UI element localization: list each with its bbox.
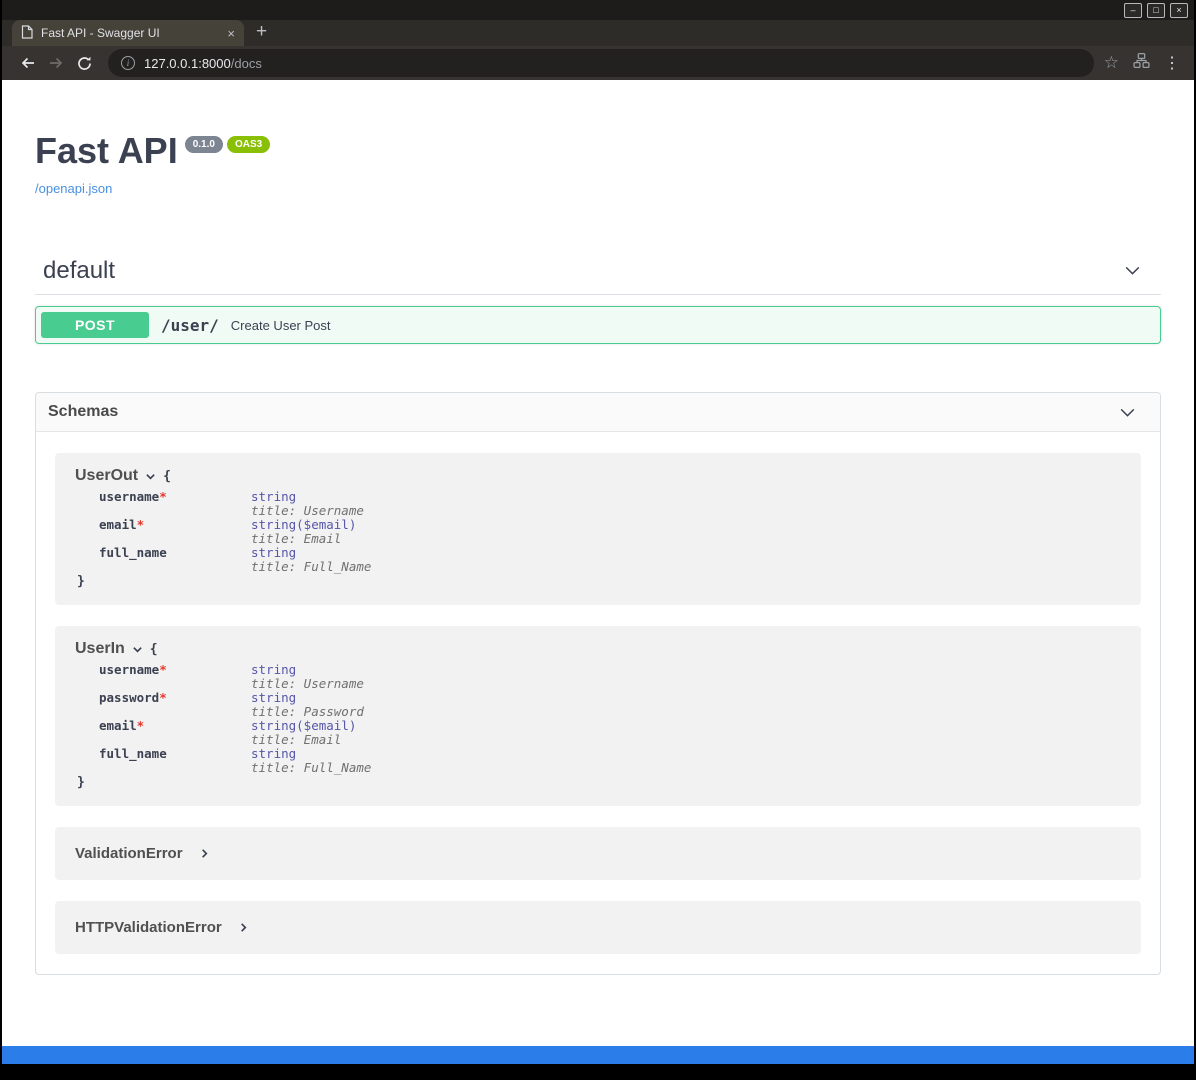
prop-definition: string title: Username [251,490,1121,518]
close-brace: } [77,574,1121,589]
back-button[interactable] [14,49,42,77]
prop-name: email* [99,719,251,747]
schemas-header[interactable]: Schemas [36,393,1160,432]
taskbar-blue-strip [2,1046,1194,1064]
version-badge: 0.1.0 [185,136,223,153]
required-star: * [159,489,167,504]
endpoint-path: /user/ [161,316,219,335]
model-userout: UserOut { username* string title: Userna… [55,453,1141,605]
chevron-down-icon[interactable] [145,471,156,482]
window-maximize-button[interactable]: □ [1147,3,1165,18]
tab-strip: Fast API - Swagger UI × + [2,20,1194,46]
prop-name: username* [99,490,251,518]
prop-type: string [251,746,296,761]
schemas-title: Schemas [48,403,118,421]
window-titlebar: – □ × [2,0,1194,20]
browser-toolbar: i 127.0.0.1:8000/docs ☆ ⋮ [2,46,1194,80]
forward-button[interactable] [42,49,70,77]
openapi-link[interactable]: /openapi.json [35,181,112,196]
prop-definition: string title: Password [251,691,1121,719]
model-userin-toggle[interactable]: UserIn { [75,640,1121,658]
prop-title: title: Full_Name [251,761,1121,775]
prop-type: string [251,662,296,677]
prop-type: string [251,545,296,560]
close-brace: } [77,775,1121,790]
model-title: UserOut [75,467,138,485]
method-badge: POST [41,312,149,338]
model-httpvalidationerror[interactable]: HTTPValidationError [55,901,1141,954]
info-icon[interactable]: i [121,56,135,70]
chevron-down-icon[interactable] [1117,402,1138,423]
prop-title: title: Username [251,504,1121,518]
chevron-right-icon[interactable] [199,848,210,859]
prop-definition: string($email) title: Email [251,719,1121,747]
toolbar-right-icons: ☆ ⋮ [1104,52,1182,74]
url-path: /docs [231,56,262,71]
reload-button[interactable] [70,49,98,77]
tab-close-icon[interactable]: × [227,27,235,40]
url-text: 127.0.0.1:8000/docs [144,56,262,71]
page-favicon-icon [21,25,33,42]
swagger-page: Fast API 0.1.0 OAS3 /openapi.json defaul… [2,80,1194,1046]
tag-section-default[interactable]: default [35,247,1161,295]
sitemap-icon[interactable] [1133,52,1150,74]
model-userout-toggle[interactable]: UserOut { [75,467,1121,485]
prop-format: ($email) [296,517,356,532]
chevron-down-icon[interactable] [132,644,143,655]
schemas-body: UserOut { username* string title: Userna… [36,432,1160,974]
prop-definition: string title: Username [251,663,1121,691]
prop-definition: string title: Full_Name [251,747,1121,775]
prop-title: title: Email [251,733,1121,747]
prop-title: title: Full_Name [251,560,1121,574]
prop-title: title: Username [251,677,1121,691]
prop-name: username* [99,663,251,691]
prop-type: string [251,517,296,532]
window-minimize-button[interactable]: – [1124,3,1142,18]
window-close-button[interactable]: × [1170,3,1188,18]
taskbar-black-strip [2,1064,1194,1080]
prop-title: title: Password [251,705,1121,719]
browser-tab[interactable]: Fast API - Swagger UI × [12,20,244,46]
prop-format: ($email) [296,718,356,733]
endpoint-summary: Create User Post [231,318,331,333]
model-properties: username* string title: Username email* … [99,490,1121,574]
open-brace: { [163,469,171,484]
required-star: * [137,718,145,733]
model-userin: UserIn { username* string title: Usernam… [55,626,1141,806]
model-title: UserIn [75,640,125,658]
chevron-right-icon[interactable] [238,922,249,933]
overflow-menu-icon[interactable]: ⋮ [1164,53,1180,73]
bookmark-star-icon[interactable]: ☆ [1104,53,1119,73]
tab-title: Fast API - Swagger UI [41,26,219,40]
schemas-section: Schemas UserOut { [35,392,1161,975]
prop-name: password* [99,691,251,719]
prop-name: full_name [99,546,251,574]
prop-title: title: Email [251,532,1121,546]
model-properties: username* string title: Username passwor… [99,663,1121,775]
model-title: HTTPValidationError [75,919,222,936]
required-star: * [137,517,145,532]
chevron-down-icon[interactable] [1122,260,1143,281]
required-star: * [159,690,167,705]
prop-name: full_name [99,747,251,775]
endpoint-post-user[interactable]: POST /user/ Create User Post [35,306,1161,344]
url-host: 127.0.0.1:8000 [144,56,231,71]
prop-type: string [251,718,296,733]
api-info-header: Fast API 0.1.0 OAS3 /openapi.json [35,80,1161,198]
browser-window: – □ × Fast API - Swagger UI × + i 127.0.… [0,0,1196,1080]
new-tab-button[interactable]: + [256,21,267,46]
oas-badge: OAS3 [227,136,270,153]
page-title: Fast API [35,130,178,172]
required-star: * [159,662,167,677]
model-validationerror[interactable]: ValidationError [55,827,1141,880]
open-brace: { [150,642,158,657]
prop-type: string [251,690,296,705]
prop-definition: string($email) title: Email [251,518,1121,546]
prop-definition: string title: Full_Name [251,546,1121,574]
prop-type: string [251,489,296,504]
address-bar[interactable]: i 127.0.0.1:8000/docs [108,49,1094,77]
prop-name: email* [99,518,251,546]
model-title: ValidationError [75,845,183,862]
tag-name: default [35,257,115,285]
